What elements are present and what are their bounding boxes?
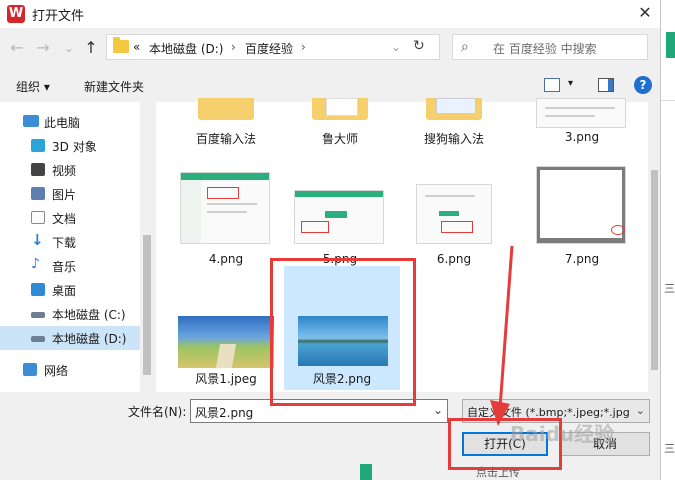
- file-item-image[interactable]: 4.png: [170, 166, 282, 286]
- image-thumbnail: [536, 166, 626, 244]
- background-app-accent: [360, 464, 372, 480]
- image-thumbnail: [178, 316, 274, 368]
- file-name: 百度输入法: [195, 132, 256, 146]
- sidebar-item-label: 桌面: [52, 284, 77, 298]
- picture-icon: [31, 187, 45, 200]
- document-icon: [31, 211, 45, 224]
- folder-icon: [113, 37, 129, 53]
- chevron-down-icon[interactable]: ⌄: [433, 403, 443, 417]
- cube-icon: [31, 139, 45, 152]
- preview-pane-icon[interactable]: [598, 78, 614, 92]
- background-app-text: 三: [664, 442, 675, 455]
- organize-menu[interactable]: 组织 ▾: [16, 78, 50, 95]
- sidebar-item-videos[interactable]: 视频: [0, 158, 140, 182]
- sidebar-item-label: 网络: [44, 364, 69, 378]
- desktop-icon: [31, 283, 45, 296]
- sidebar-item-music[interactable]: ♪ 音乐: [0, 254, 140, 278]
- annotation-arrow-icon: [490, 245, 514, 426]
- file-list-scrollbar-thumb[interactable]: [651, 170, 658, 370]
- sidebar-item-pictures[interactable]: 图片: [0, 182, 140, 206]
- help-icon[interactable]: ?: [634, 76, 652, 94]
- sidebar-item-desktop[interactable]: 桌面: [0, 278, 140, 302]
- image-thumbnail: [180, 172, 270, 244]
- title-bar: W 打开文件 ✕: [0, 0, 660, 28]
- drive-icon: [31, 336, 45, 342]
- window-title: 打开文件: [32, 9, 85, 24]
- breadcrumb-overflow[interactable]: «: [133, 40, 140, 54]
- network-icon: [23, 363, 37, 376]
- back-button[interactable]: ←: [6, 37, 28, 59]
- forward-button[interactable]: →: [32, 37, 54, 59]
- breadcrumb-folder[interactable]: 百度经验: [245, 40, 293, 57]
- sidebar-item-label: 本地磁盘 (C:): [52, 308, 126, 322]
- folder-icon: [198, 98, 254, 120]
- view-icon[interactable]: [544, 78, 560, 92]
- sidebar-item-drive-d[interactable]: 本地磁盘 (D:): [0, 326, 140, 350]
- sidebar-item-drive-c[interactable]: 本地磁盘 (C:): [0, 302, 140, 326]
- file-name: 7.png: [564, 252, 600, 266]
- wps-logo-icon: W: [7, 5, 25, 23]
- search-placeholder[interactable]: 在 百度经验 中搜索: [493, 40, 597, 57]
- breadcrumb-drive[interactable]: 本地磁盘 (D:): [149, 40, 223, 57]
- sidebar-item-label: 3D 对象: [52, 140, 97, 154]
- video-icon: [31, 163, 45, 176]
- filename-value[interactable]: 风景2.png: [195, 404, 253, 421]
- navigation-pane: 此电脑 3D 对象 视频 图片 文档 ↓ 下载 ♪ 音乐 桌面 本地磁盘 (C:…: [0, 102, 140, 392]
- drive-icon: [31, 312, 45, 318]
- background-app-accent: [666, 32, 675, 58]
- file-item-image[interactable]: 风景1.jpeg: [170, 290, 282, 410]
- file-name: 风景1.jpeg: [195, 372, 257, 386]
- file-name: 3.png: [564, 130, 600, 144]
- annotation-box-selected-file: [270, 258, 416, 406]
- sidebar-item-label: 图片: [52, 188, 77, 202]
- folder-icon: [312, 98, 368, 120]
- recent-locations-button[interactable]: ⌄: [58, 37, 80, 59]
- background-app-divider: [660, 100, 675, 101]
- sidebar-item-label: 音乐: [52, 260, 77, 274]
- view-options-dropdown[interactable]: ▾: [568, 78, 573, 89]
- up-button[interactable]: ↑: [80, 37, 102, 59]
- sidebar-item-label: 下载: [52, 236, 77, 250]
- sidebar-item-this-pc[interactable]: 此电脑: [0, 110, 140, 134]
- folder-icon: [426, 98, 482, 120]
- file-name: 4.png: [208, 252, 244, 266]
- search-box[interactable]: ⌕ 在 百度经验 中搜索: [452, 34, 648, 60]
- download-icon: ↓: [31, 231, 44, 249]
- file-name: 搜狗输入法: [423, 132, 484, 146]
- file-name: 鲁大师: [321, 132, 358, 146]
- image-thumbnail: [294, 190, 384, 244]
- background-app-edge: 三 三: [660, 0, 675, 480]
- search-icon: ⌕: [461, 39, 469, 55]
- background-app-text: 三: [664, 282, 675, 295]
- address-bar[interactable]: « 本地磁盘 (D:) › 百度经验 › ⌄ ↻: [106, 34, 440, 60]
- image-thumbnail: [416, 184, 492, 244]
- sidebar-item-downloads[interactable]: ↓ 下载: [0, 230, 140, 254]
- filename-label: 文件名(N):: [128, 405, 187, 419]
- sidebar-item-documents[interactable]: 文档: [0, 206, 140, 230]
- address-dropdown-icon[interactable]: ⌄: [391, 40, 401, 54]
- file-item-image[interactable]: 7.png: [526, 166, 638, 286]
- open-file-dialog: W 打开文件 ✕ ← → ⌄ ↑ « 本地磁盘 (D:) › 百度经验 › ⌄ …: [0, 0, 661, 480]
- music-icon: ♪: [31, 256, 40, 272]
- sidebar-item-3d-objects[interactable]: 3D 对象: [0, 134, 140, 158]
- computer-icon: [23, 115, 39, 127]
- sidebar-item-network[interactable]: 网络: [0, 358, 140, 382]
- breadcrumb-separator[interactable]: ›: [301, 40, 306, 54]
- close-button[interactable]: ✕: [632, 2, 658, 24]
- sidebar-item-label: 此电脑: [44, 116, 81, 130]
- sidebar-item-label: 视频: [52, 164, 77, 178]
- sidebar-item-label: 本地磁盘 (D:): [52, 332, 127, 346]
- navigation-scrollbar-thumb[interactable]: [143, 235, 151, 375]
- breadcrumb-separator[interactable]: ›: [231, 40, 236, 54]
- refresh-icon[interactable]: ↻: [413, 38, 425, 54]
- sidebar-item-label: 文档: [52, 212, 77, 226]
- new-folder-button[interactable]: 新建文件夹: [84, 78, 144, 95]
- image-thumbnail: [536, 98, 626, 128]
- chevron-down-icon[interactable]: ⌄: [636, 404, 645, 417]
- baidu-watermark: Baidu经验: [510, 422, 615, 446]
